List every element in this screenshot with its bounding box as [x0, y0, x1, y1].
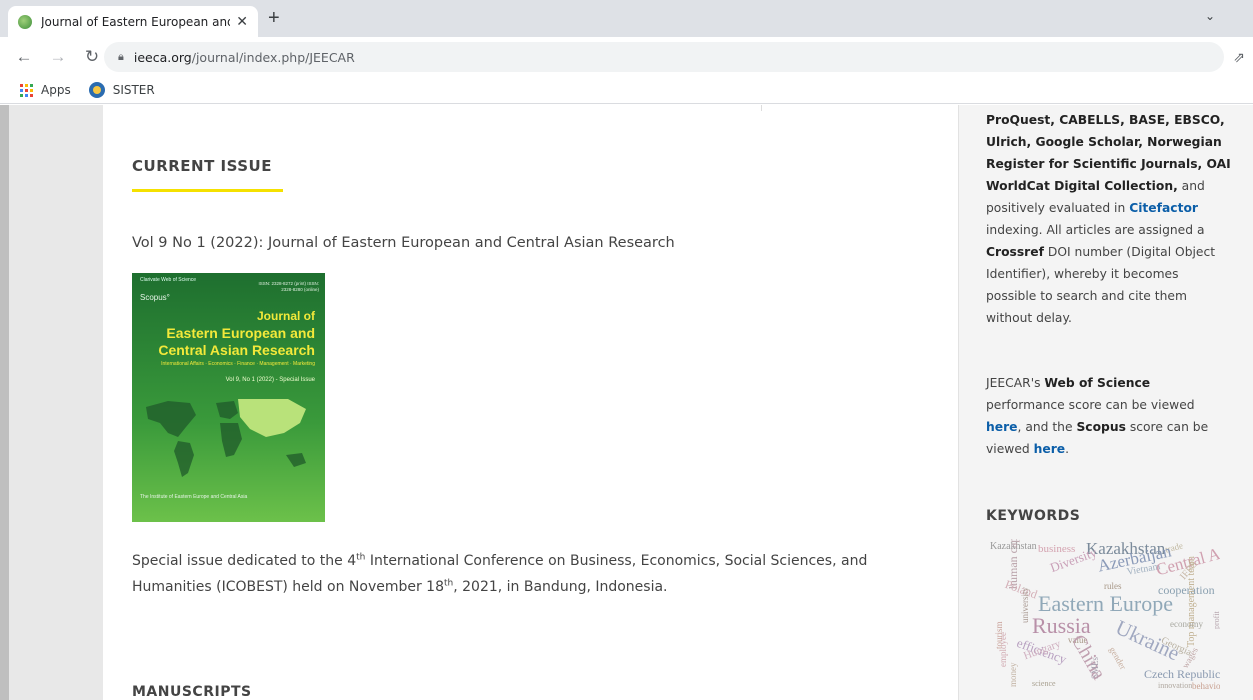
manuscripts-heading: MANUSCRIPTS — [132, 684, 252, 700]
browser-tab[interactable]: Journal of Eastern European and ✕ — [8, 6, 258, 37]
scopus-text: Scopus — [1076, 420, 1126, 434]
heading-underline — [132, 189, 283, 192]
reload-icon[interactable]: ↻ — [82, 47, 102, 67]
desc-sup: th — [444, 578, 454, 589]
keyword-item[interactable]: behavior — [1192, 681, 1220, 691]
world-map-icon — [146, 399, 306, 477]
keyword-item[interactable]: employee — [998, 632, 1008, 667]
cover-title-line3: Central Asian Research — [158, 342, 315, 358]
cover-title-line1: Journal of — [256, 309, 315, 323]
cover-institute: The Institute of Eastern Europe and Cent… — [140, 494, 248, 500]
favicon-icon — [18, 14, 32, 29]
url-host: ieeca.org — [133, 49, 192, 65]
cover-wos: Clarivate Web of Science — [140, 277, 197, 283]
desc-sup: th — [356, 552, 366, 563]
keyword-item[interactable]: rules — [1104, 581, 1122, 591]
current-issue-heading: CURRENT ISSUE — [132, 157, 272, 175]
citefactor-link[interactable]: Citefactor — [1129, 201, 1198, 215]
keyword-item[interactable]: gender — [1107, 645, 1128, 671]
close-icon[interactable]: ✕ — [236, 13, 248, 30]
keyword-item[interactable]: money — [1008, 663, 1018, 688]
apps-grid-icon — [20, 83, 33, 97]
address-bar[interactable]: 🔒︎ ieeca.org/journal/index.php/JEECAR — [104, 42, 1224, 72]
divider — [761, 105, 762, 111]
wos-text: Web of Science — [1044, 376, 1151, 390]
keyword-item[interactable]: China — [1066, 631, 1110, 684]
bookmarks-bar: Apps SISTER — [0, 77, 1253, 104]
keyword-item[interactable]: innovation — [1158, 681, 1192, 690]
indexing-paragraph: ProQuest, CABELLS, BASE, EBSCO, Ulrich, … — [986, 109, 1231, 329]
perf-text: , and the — [1017, 420, 1077, 434]
back-arrow-icon[interactable]: ← — [14, 47, 34, 67]
bookmark-label: Apps — [41, 83, 71, 97]
crossref-text: Crossref — [986, 245, 1044, 259]
issue-description: Special issue dedicated to the 4th Inter… — [132, 548, 932, 600]
keyword-item[interactable]: SMEs — [1090, 657, 1100, 679]
scopus-here-link[interactable]: here — [1034, 442, 1066, 456]
cover-title-lines: Eastern European and Central Asian Resea… — [158, 325, 315, 359]
perf-text: . — [1065, 442, 1070, 456]
cover-issn: ISSN: 2328-8272 (print) ISSN: 2328-8280 … — [258, 281, 319, 292]
page-viewport: CURRENT ISSUE Vol 9 No 1 (2022): Journal… — [0, 105, 1253, 700]
lock-icon: 🔒︎ — [118, 50, 124, 63]
cover-title-line2: Eastern European and — [166, 325, 315, 341]
perf-text: performance score can be viewed — [986, 398, 1195, 412]
keyword-item[interactable]: science — [1032, 679, 1056, 688]
issue-title-link[interactable]: Vol 9 No 1 (2022): Journal of Eastern Eu… — [132, 235, 675, 251]
keyword-cloud[interactable]: Kazakhstan business Kazakhstan trade Diversi… — [986, 539, 1220, 699]
bookmark-sister[interactable]: SISTER — [88, 82, 155, 98]
wos-here-link[interactable]: here — [986, 420, 1018, 434]
desc-text: , 2021, in Bandung, Indonesia. — [453, 579, 668, 595]
keyword-item[interactable]: university — [1020, 587, 1030, 623]
cover-subtitle: International Affairs · Economics · Fina… — [161, 361, 315, 367]
url-text: ieeca.org/journal/index.php/JEECAR — [134, 50, 355, 65]
keyword-item[interactable]: Top management team — [1186, 556, 1197, 647]
cover-volume: Vol 9, No 1 (2022) - Special Issue — [225, 377, 315, 383]
keyword-item[interactable]: economy — [1170, 619, 1203, 629]
tab-strip: Journal of Eastern European and ✕ + ⌄ — [0, 0, 1253, 37]
perf-text: JEECAR's — [986, 376, 1045, 390]
sister-logo-icon — [88, 82, 105, 98]
bookmark-label: SISTER — [112, 83, 155, 97]
tab-title: Journal of Eastern European and — [41, 14, 231, 29]
indexing-text: indexing. All articles are assigned a — [986, 223, 1205, 237]
keyword-item[interactable]: profit — [1212, 611, 1220, 629]
performance-paragraph: JEECAR's Web of Science performance scor… — [986, 372, 1231, 460]
keyword-item[interactable]: Czech Republic — [1144, 667, 1220, 682]
desc-text: Special issue dedicated to the 4 — [132, 553, 357, 569]
bookmark-apps[interactable]: Apps — [20, 83, 71, 97]
cover-scopus: Scopus° — [140, 293, 170, 302]
keywords-heading: KEYWORDS — [986, 508, 1081, 524]
new-tab-button[interactable]: + — [268, 7, 280, 30]
left-edge — [0, 105, 9, 700]
issue-cover-image[interactable]: Clarivate Web of Science Scopus° ISSN: 2… — [132, 273, 325, 522]
share-icon[interactable]: ⇗ — [1233, 49, 1245, 66]
chevron-down-icon[interactable]: ⌄ — [1205, 9, 1215, 23]
forward-arrow-icon[interactable]: → — [48, 47, 68, 67]
browser-toolbar: ← → ↻ 🔒︎ ieeca.org/journal/index.php/JEE… — [0, 37, 1253, 77]
url-path: /journal/index.php/JEECAR — [191, 49, 355, 65]
left-gutter — [0, 105, 103, 700]
